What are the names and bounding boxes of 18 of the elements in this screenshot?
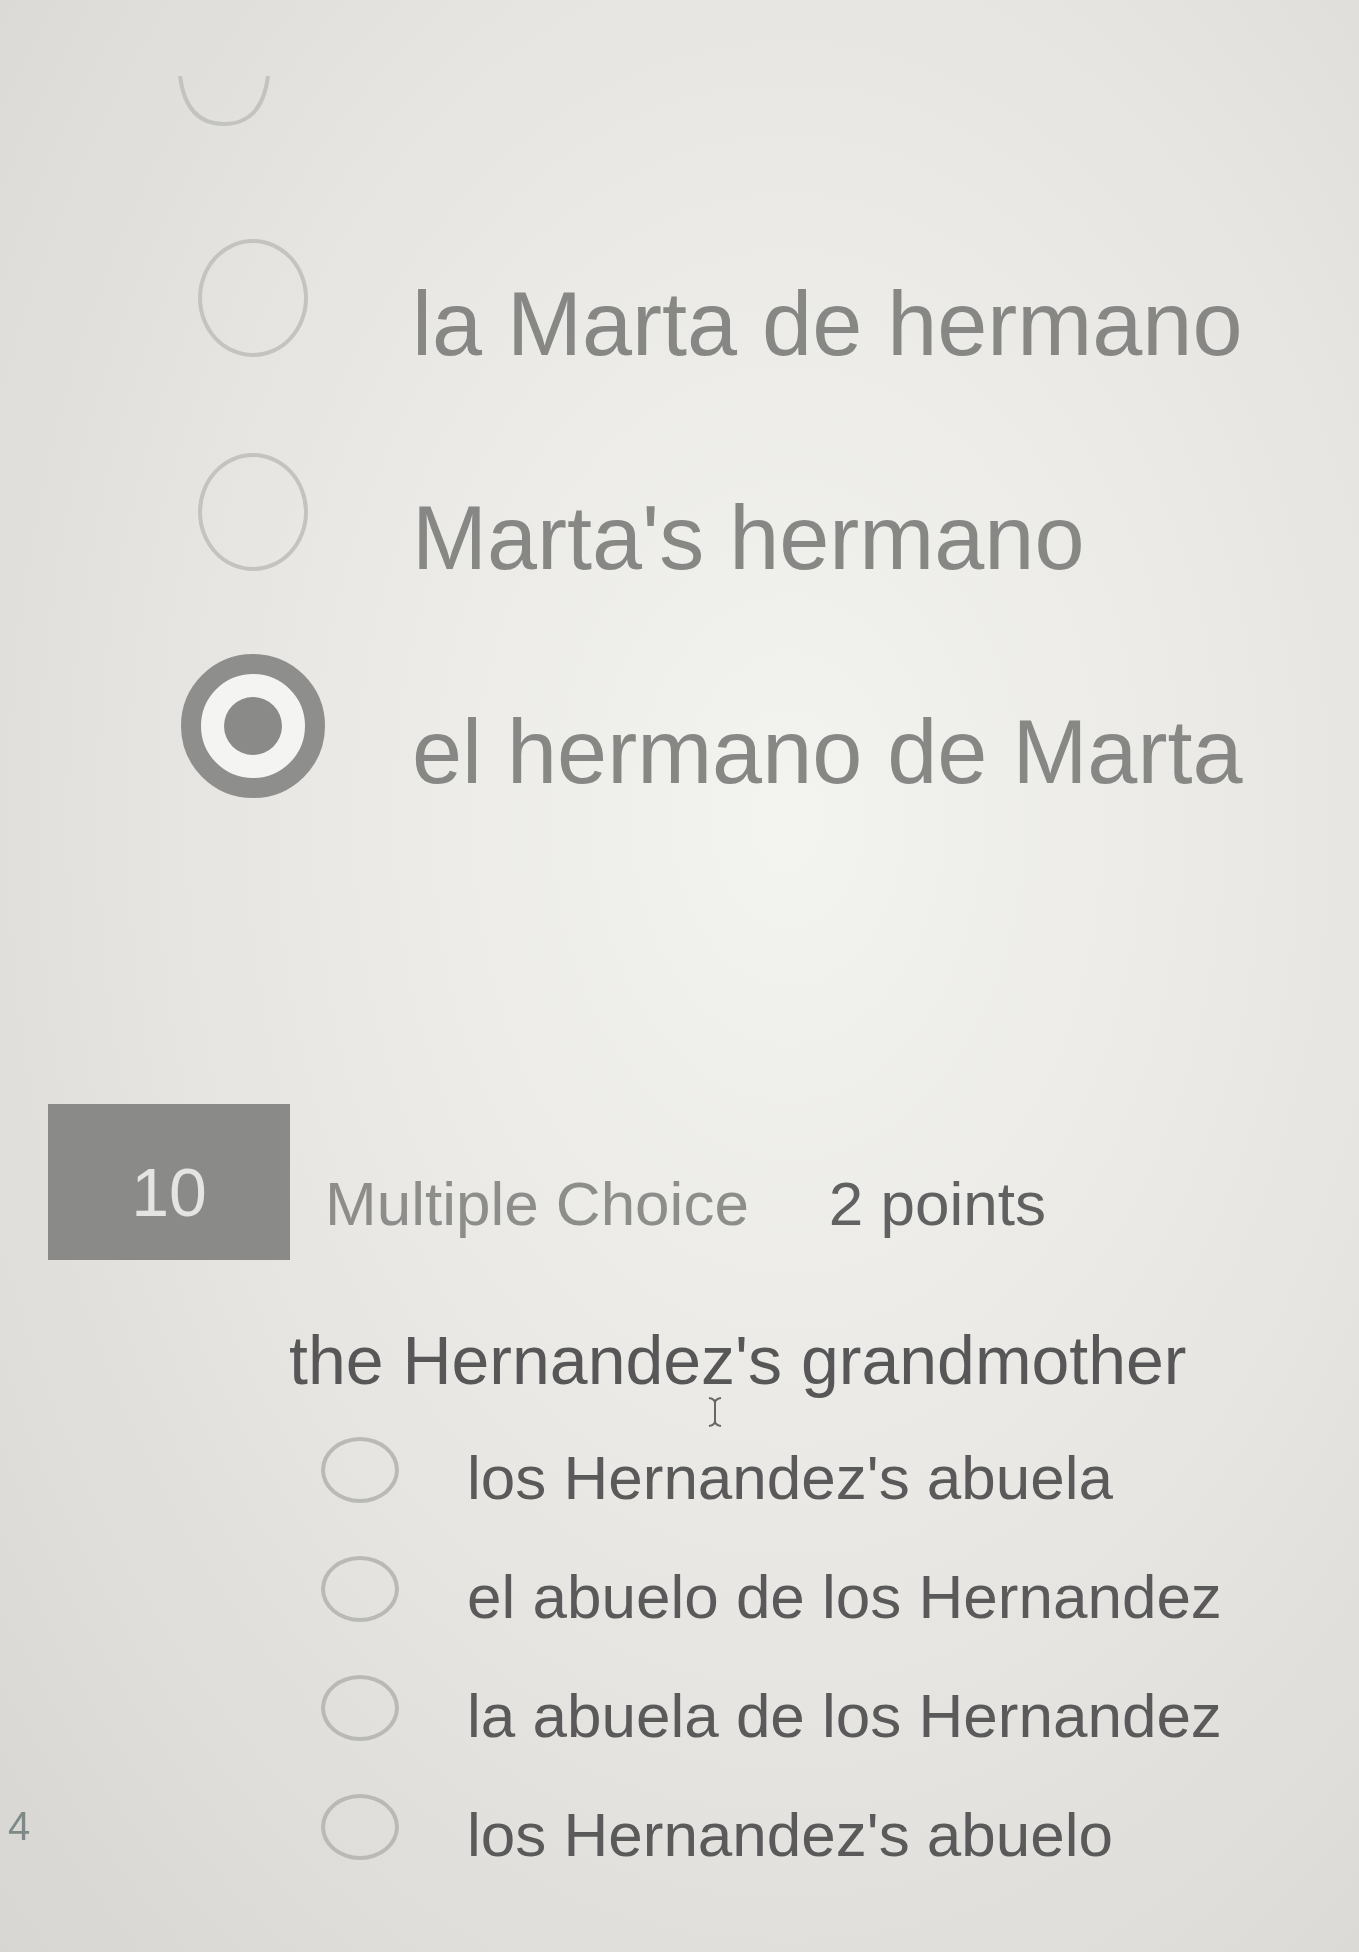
option-label: el hermano de Marta: [412, 701, 1243, 797]
radio-button[interactable]: [321, 1437, 399, 1503]
option-label: la abuela de los Hernandez: [467, 1679, 1222, 1751]
radio-button[interactable]: [321, 1675, 399, 1741]
radio-button[interactable]: [198, 453, 308, 571]
option-label: la Marta de hermano: [412, 273, 1243, 369]
question-number: 10: [48, 1104, 290, 1260]
option-label: Marta's hermano: [412, 487, 1085, 583]
option-label: el abuelo de los Hernandez: [467, 1560, 1222, 1632]
text-cursor-icon: [707, 1396, 723, 1428]
radio-button[interactable]: [321, 1794, 399, 1860]
option-label: los Hernandez's abuelo: [467, 1798, 1114, 1870]
option-label: los Hernandez's abuela: [467, 1441, 1114, 1513]
page-number: 4: [8, 1804, 31, 1849]
radio-button[interactable]: [198, 239, 308, 357]
radio-button[interactable]: [321, 1556, 399, 1622]
question-type: Multiple Choice: [325, 1167, 749, 1239]
question-points: 2 points: [828, 1167, 1046, 1239]
